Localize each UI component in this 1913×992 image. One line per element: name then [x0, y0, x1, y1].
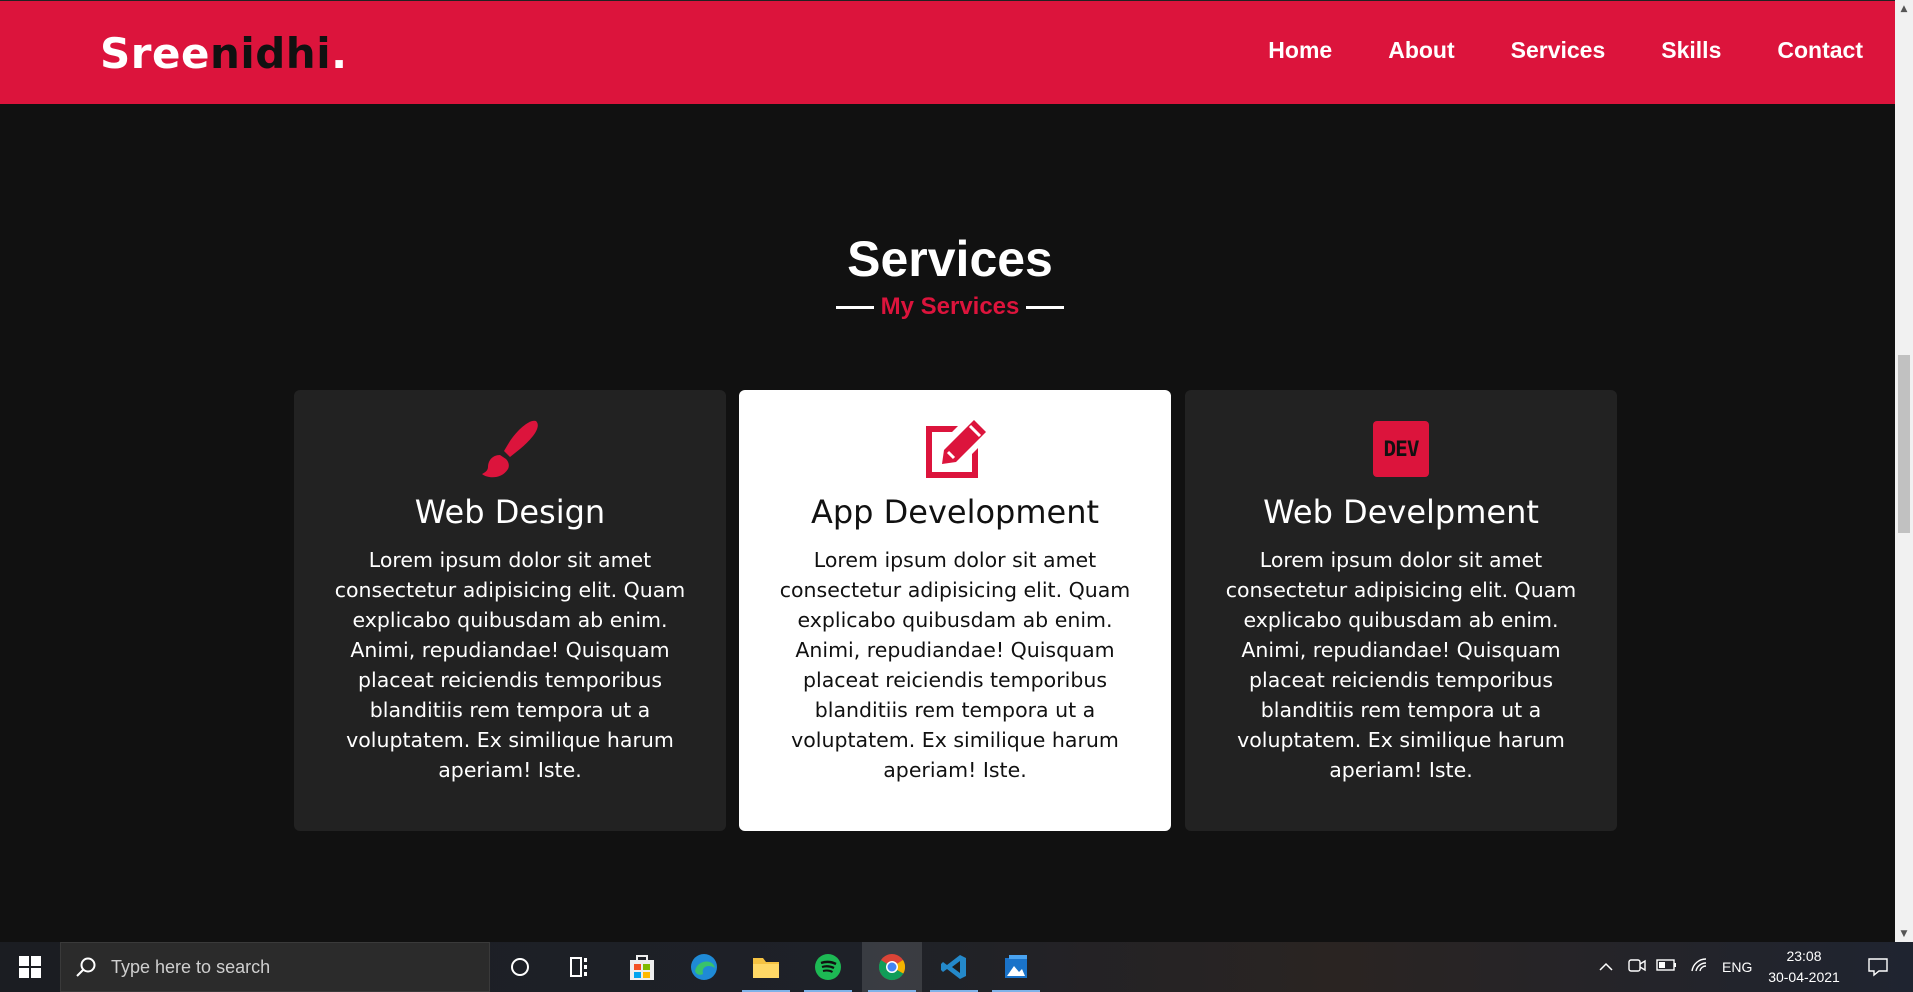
card-title: Web Design — [414, 493, 606, 531]
card-text: Lorem ipsum dolor sit amet consectetur a… — [1225, 548, 1577, 782]
site-logo[interactable]: Sreenidhi. — [100, 29, 348, 78]
windows-start-icon[interactable] — [0, 942, 60, 992]
language-indicator[interactable]: ENG — [1722, 959, 1752, 975]
taskbar-search-box[interactable]: Type here to search — [60, 942, 490, 992]
card-text: Lorem ipsum dolor sit amet consectetur a… — [779, 548, 1131, 782]
navbar: Sreenidhi. Home About Services Skills Co… — [0, 0, 1895, 104]
section-title: Services — [847, 231, 1053, 287]
vscode-icon[interactable] — [924, 942, 984, 992]
edge-browser-icon[interactable] — [674, 942, 734, 992]
dev-badge-text: DEV — [1373, 421, 1429, 477]
search-icon — [76, 957, 96, 977]
cortana-icon[interactable] — [490, 942, 550, 992]
logo-part-1: Sree — [100, 29, 210, 78]
chrome-browser-icon[interactable] — [862, 942, 922, 992]
scroll-thumb[interactable] — [1898, 355, 1910, 533]
card-title: App Development — [810, 493, 1100, 531]
microsoft-store-icon[interactable] — [612, 942, 672, 992]
meet-now-icon[interactable] — [1628, 957, 1646, 978]
service-card-web-development[interactable]: DEV Web Develpment Lorem ipsum dolor sit… — [1185, 390, 1617, 831]
nav-link-skills[interactable]: Skills — [1661, 37, 1721, 64]
page-scrollbar[interactable]: ▲ ▼ — [1895, 0, 1913, 942]
file-explorer-icon[interactable] — [736, 942, 796, 992]
dev-icon: DEV — [1185, 414, 1617, 484]
show-hidden-icons-chevron-icon[interactable] — [1598, 958, 1614, 976]
subtitle-left-line — [835, 306, 874, 310]
windows-taskbar: Type here to search ENG 23:08 30-04-2021 — [0, 942, 1913, 992]
service-card-web-design[interactable]: Web Design Lorem ipsum dolor sit amet co… — [294, 390, 726, 831]
logo-part-2: nidhi — [209, 29, 332, 78]
card-text: Lorem ipsum dolor sit amet consectetur a… — [334, 548, 686, 782]
search-placeholder: Type here to search — [111, 957, 271, 977]
nav-link-contact[interactable]: Contact — [1777, 37, 1863, 64]
photos-app-icon[interactable] — [986, 942, 1046, 992]
taskbar-clock[interactable]: 23:08 30-04-2021 — [1762, 946, 1846, 988]
edit-icon — [739, 414, 1171, 484]
task-view-icon[interactable] — [550, 942, 610, 992]
section-subtitle: My Services — [0, 293, 1900, 321]
spotify-icon[interactable] — [798, 942, 858, 992]
scroll-down-arrow-icon[interactable]: ▼ — [1895, 925, 1913, 942]
clock-time: 23:08 — [1786, 948, 1822, 964]
logo-dot: . — [331, 29, 348, 78]
scroll-up-arrow-icon[interactable]: ▲ — [1895, 0, 1913, 17]
service-card-app-development[interactable]: App Development Lorem ipsum dolor sit am… — [739, 390, 1171, 831]
battery-icon[interactable] — [1656, 958, 1678, 976]
nav-link-home[interactable]: Home — [1268, 37, 1332, 64]
clock-date: 30-04-2021 — [1768, 969, 1840, 985]
notification-center-icon[interactable] — [1848, 942, 1908, 992]
system-tray: ENG — [1598, 942, 1752, 992]
wifi-icon[interactable] — [1690, 957, 1710, 978]
paint-brush-icon — [294, 414, 726, 484]
card-title: Web Develpment — [1263, 493, 1539, 531]
subtitle-right-line — [1026, 306, 1065, 310]
nav-link-services[interactable]: Services — [1511, 37, 1606, 64]
subtitle-text: My Services — [880, 293, 1020, 320]
nav-links: Home About Services Skills Contact — [1212, 37, 1863, 64]
nav-link-about[interactable]: About — [1388, 37, 1454, 64]
